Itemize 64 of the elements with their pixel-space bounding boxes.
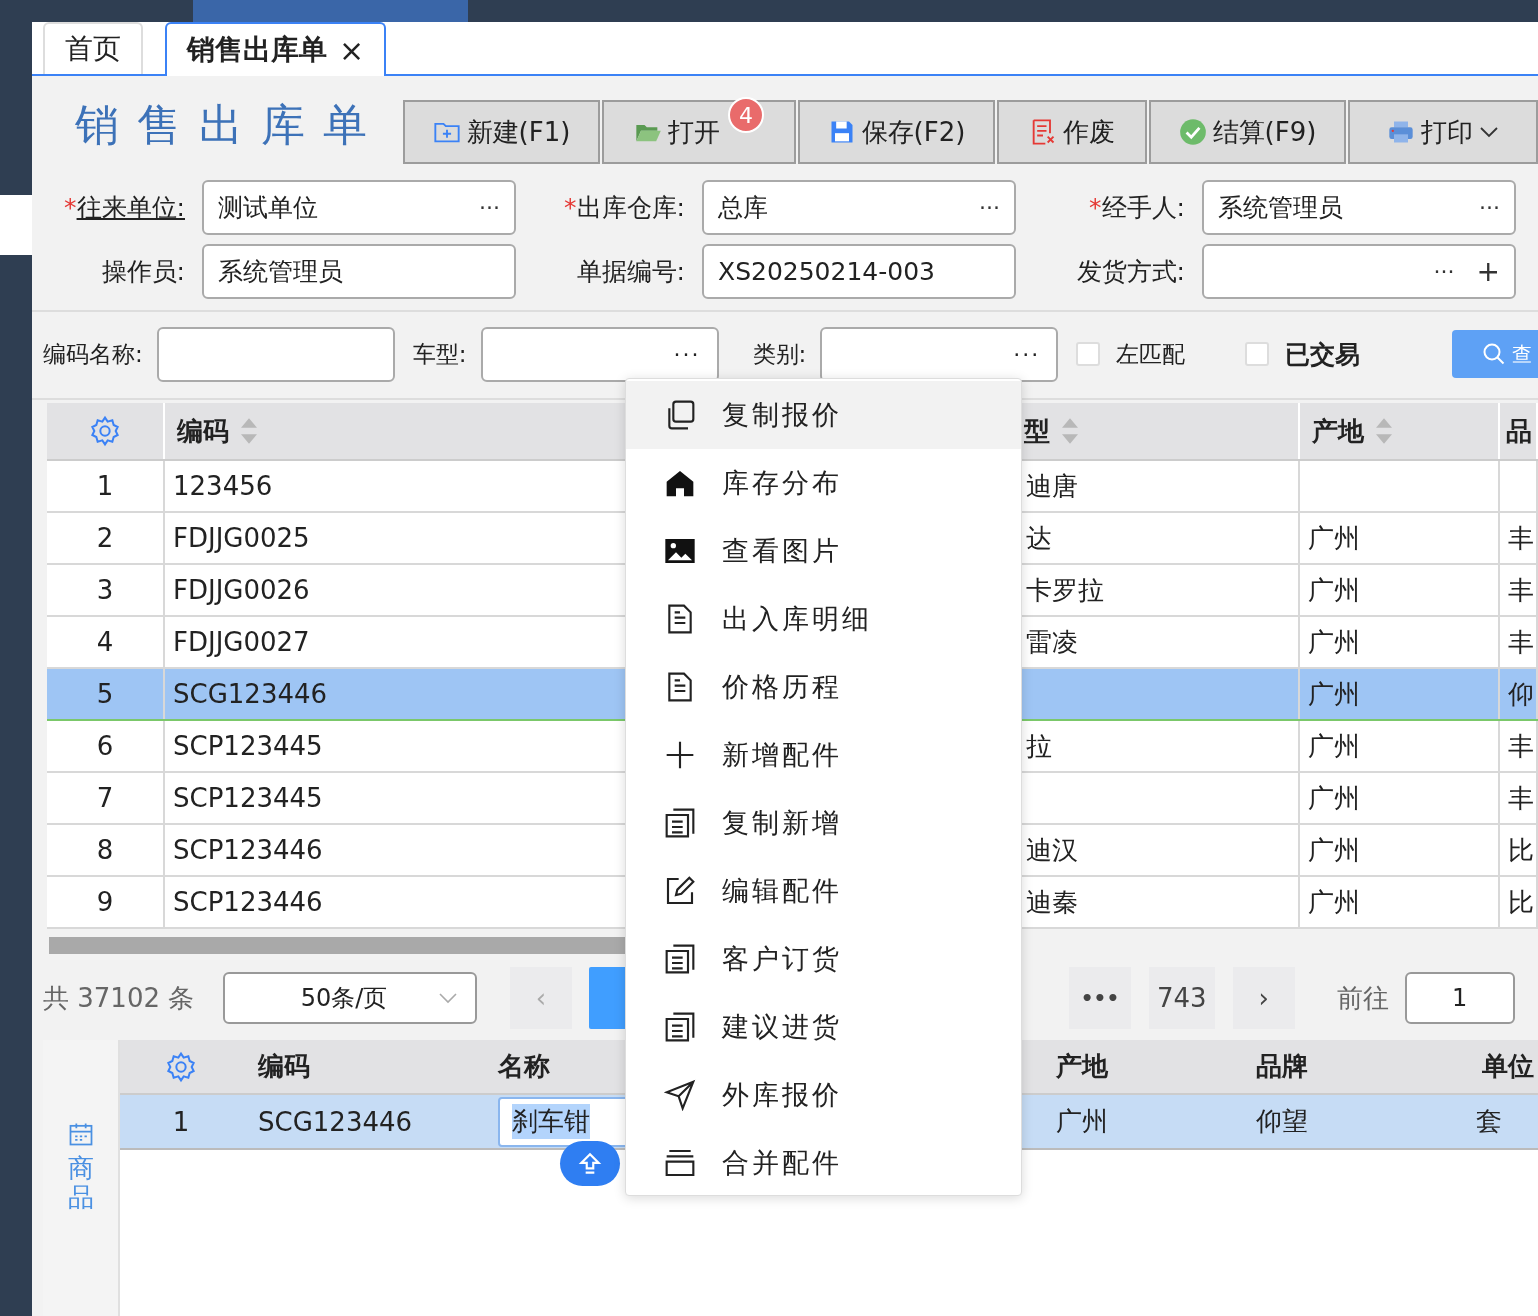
count-badge: 4 bbox=[728, 97, 764, 133]
table-cell: SCP123446 bbox=[173, 835, 323, 865]
table-cell-text: 丰 bbox=[1508, 729, 1534, 763]
table-cell: SCP123445 bbox=[173, 783, 323, 813]
total-count: 共 37102 条 bbox=[43, 981, 196, 1015]
table-cell: SCP123446 bbox=[173, 887, 323, 917]
field-label: 单据编号: bbox=[576, 256, 685, 288]
row-number: 1 bbox=[172, 1106, 190, 1137]
goto-label: 前往 bbox=[1336, 981, 1389, 1015]
table-cell-text: 比 bbox=[1508, 885, 1534, 919]
table-cell-text: 广州 bbox=[1308, 625, 1360, 659]
table-cell-text: 达 bbox=[1026, 521, 1052, 555]
table-cell-text: 广州 bbox=[1308, 729, 1360, 763]
field-label: 经手人: bbox=[1101, 192, 1185, 224]
table-cell-text: 广州 bbox=[1056, 1105, 1108, 1138]
row-number: 1 bbox=[96, 471, 114, 501]
table-cell-text: 广州 bbox=[1308, 573, 1360, 607]
table-cell: SCP123445 bbox=[173, 731, 323, 761]
filter-label: 编码名称: bbox=[43, 339, 143, 369]
field-label: 操作员: bbox=[101, 256, 185, 288]
row-number: 5 bbox=[96, 679, 114, 709]
row-number: 7 bbox=[96, 783, 114, 813]
table-cell-text: 拉 bbox=[1026, 729, 1052, 763]
table-cell: SCG123446 bbox=[173, 679, 328, 709]
table-cell-text: 仰望 bbox=[1256, 1105, 1308, 1138]
table-cell-text: 广州 bbox=[1308, 781, 1360, 815]
table-cell-text: 卡罗拉 bbox=[1026, 573, 1104, 607]
checkbox-label: 左匹配 bbox=[1116, 339, 1186, 369]
row-number: 3 bbox=[96, 575, 114, 605]
table-cell-text: 迪唐 bbox=[1026, 469, 1078, 503]
row-number: 8 bbox=[96, 835, 114, 865]
table-cell: SCG123446 bbox=[258, 1106, 413, 1137]
table-cell: FDJJG0027 bbox=[173, 627, 310, 657]
field-label: 发货方式: bbox=[1076, 256, 1185, 288]
table-cell-text: 广州 bbox=[1308, 677, 1360, 711]
row-number: 9 bbox=[96, 887, 114, 917]
table-cell-text: 仰 bbox=[1508, 677, 1534, 711]
table-cell-text: 丰 bbox=[1508, 781, 1534, 815]
page-title: 销售出库单 bbox=[74, 98, 386, 152]
row-number: 6 bbox=[96, 731, 114, 761]
table-cell-text: 迪秦 bbox=[1026, 885, 1078, 919]
field-label: 出库仓库: bbox=[576, 192, 685, 224]
table-cell-text: 丰 bbox=[1508, 573, 1534, 607]
table-cell-text: 广州 bbox=[1308, 521, 1360, 555]
table-cell-text: 雷凌 bbox=[1026, 625, 1078, 659]
table-cell: FDJJG0025 bbox=[173, 523, 310, 553]
table-cell-text: 丰 bbox=[1508, 521, 1534, 555]
table-cell-text: 丰 bbox=[1508, 625, 1534, 659]
checkbox-label: 已交易 bbox=[1285, 338, 1361, 371]
table-cell-text: 比 bbox=[1508, 833, 1534, 867]
table-cell: 123456 bbox=[173, 471, 273, 501]
table-cell-text: 迪汉 bbox=[1026, 833, 1078, 867]
row-number: 4 bbox=[96, 627, 114, 657]
filter-label: 车型: bbox=[412, 339, 467, 369]
filter-label: 类别: bbox=[752, 339, 807, 369]
table-cell: FDJJG0026 bbox=[173, 575, 310, 605]
required-mark: * bbox=[1089, 193, 1102, 222]
field-label: 往来单位: bbox=[76, 192, 185, 224]
row-number: 2 bbox=[96, 523, 114, 553]
table-cell-text: 广州 bbox=[1308, 833, 1360, 867]
required-mark: * bbox=[64, 193, 77, 222]
required-mark: * bbox=[564, 193, 577, 222]
table-cell-text: 广州 bbox=[1308, 885, 1360, 919]
table-cell-text: 套 bbox=[1476, 1105, 1502, 1138]
